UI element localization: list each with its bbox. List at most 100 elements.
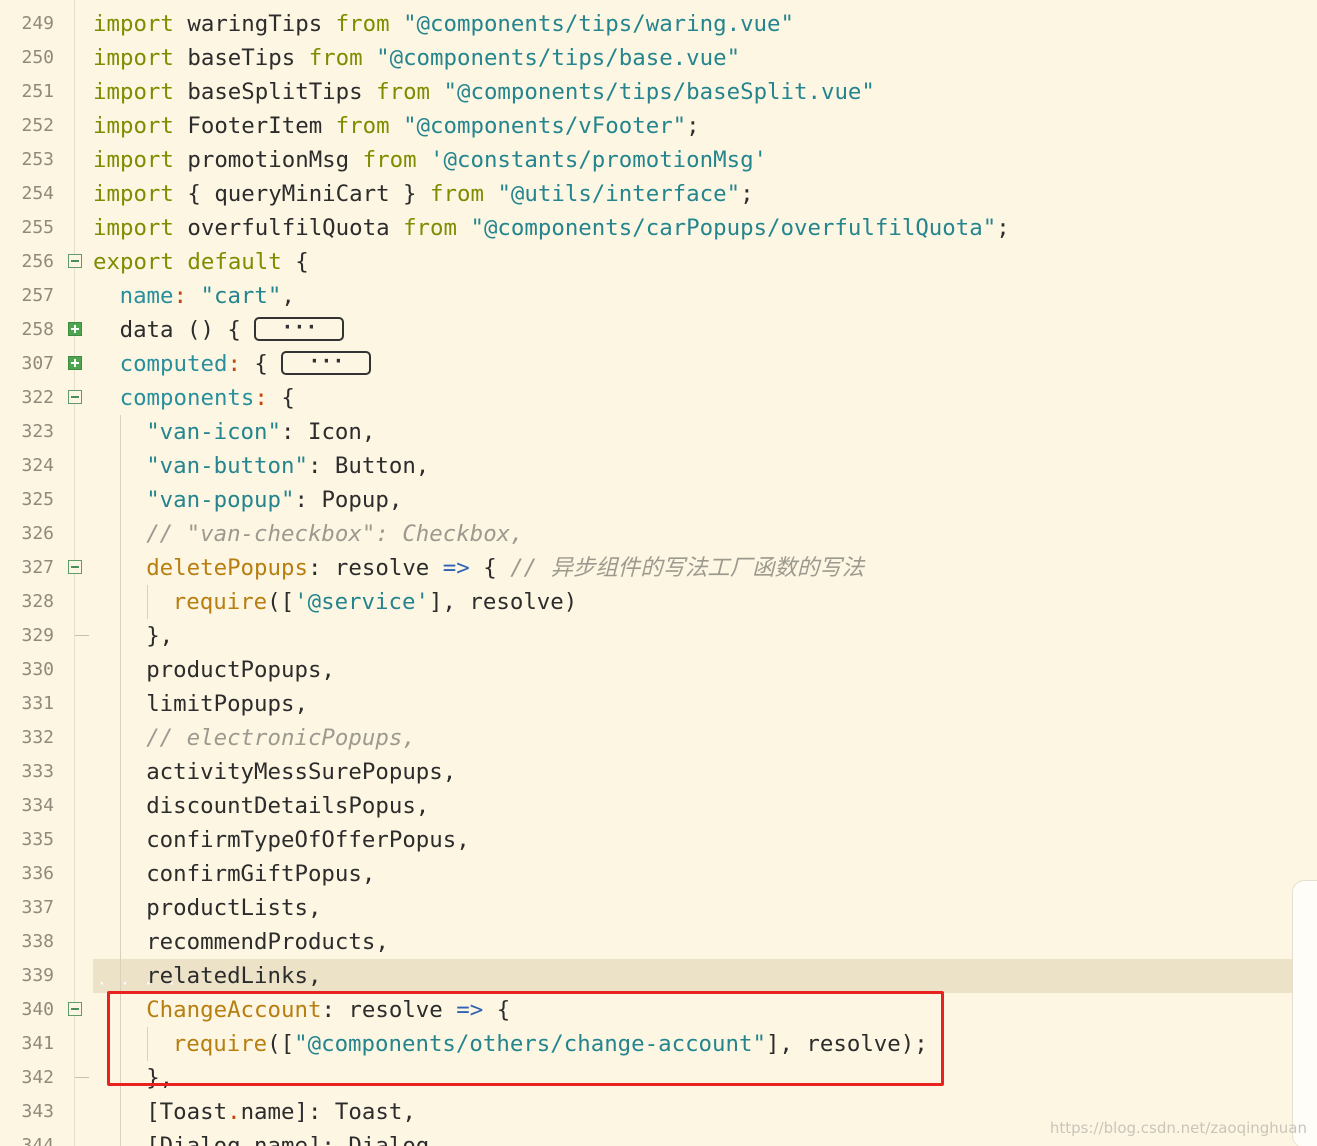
code-line[interactable]: 252 import FooterItem from "@components/v… [0, 109, 1317, 143]
code-line[interactable]: 327 deletePopups: resolve => { // 异步组件的写法… [0, 551, 1317, 585]
indent-guide [120, 687, 121, 721]
line-number: 331 [21, 693, 54, 714]
code-line[interactable]: 307 computed: { ··· [0, 347, 1317, 381]
line-number: 341 [21, 1033, 54, 1054]
code-token: import [93, 113, 174, 139]
code-line[interactable]: 326 // "van-checkbox": Checkbox, [0, 517, 1317, 551]
code-editor[interactable]: 249 import waringTips from "@components/t… [0, 0, 1317, 1146]
indent-guide [120, 857, 121, 891]
collapsed-region-badge[interactable]: ··· [281, 350, 372, 375]
code-token: waringTips [173, 11, 336, 37]
code-token: from [430, 181, 484, 207]
code-token: "@components/tips/base.vue" [376, 45, 741, 71]
indent-guide [120, 585, 121, 619]
code-text: [Dialog.name]: Dialog, [146, 1129, 443, 1146]
code-text: import promotionMsg from '@constants/pro… [93, 143, 767, 177]
indent-guide [120, 1129, 121, 1146]
code-token: : Icon, [281, 419, 376, 445]
code-token: from [335, 11, 390, 37]
code-line[interactable]: 334 discountDetailsPopus, [0, 789, 1317, 823]
fold-collapse-icon[interactable] [68, 390, 82, 404]
fold-collapse-icon[interactable] [68, 254, 82, 268]
fold-expand-icon[interactable] [68, 322, 82, 336]
code-token: from [308, 45, 363, 71]
line-number: 327 [21, 557, 54, 578]
code-line[interactable]: 339 relatedLinks, [0, 959, 1317, 993]
line-number: 324 [21, 455, 54, 476]
code-text: require(['@service'], resolve) [173, 585, 577, 619]
line-number: 342 [21, 1067, 54, 1088]
fold-expand-icon[interactable] [68, 356, 82, 370]
code-token: . [227, 1099, 241, 1125]
indent-guide [120, 551, 121, 585]
code-token: ], resolve) [428, 589, 578, 615]
code-line[interactable]: 338 recommendProducts, [0, 925, 1317, 959]
code-token: : Popup, [294, 487, 403, 513]
code-token: data () { [119, 317, 255, 343]
fold-collapse-icon[interactable] [68, 560, 82, 574]
code-line[interactable]: 254 import { queryMiniCart } from "@utils… [0, 177, 1317, 211]
code-line[interactable]: 329}, [0, 619, 1317, 653]
line-number: 249 [21, 13, 54, 34]
code-token: recommendProducts, [146, 929, 389, 955]
code-token: "@components/tips/waring.vue" [403, 11, 794, 37]
code-token: : [254, 385, 268, 411]
code-token: from [376, 79, 431, 105]
code-text: "van-button": Button, [146, 449, 429, 483]
code-line[interactable]: 337 productLists, [0, 891, 1317, 925]
collapsed-region-badge[interactable]: ··· [254, 316, 345, 341]
code-line[interactable]: 251 import baseSplitTips from "@component… [0, 75, 1317, 109]
code-line[interactable]: 258 data () { ··· [0, 313, 1317, 347]
code-line[interactable]: 255 import overfulfilQuota from "@compone… [0, 211, 1317, 245]
line-number: 333 [21, 761, 54, 782]
code-line[interactable]: 250 import baseTips from "@components/tip… [0, 41, 1317, 75]
code-text: import overfulfilQuota from "@components… [93, 211, 1010, 245]
code-token: { [240, 351, 282, 377]
code-token: import [93, 147, 174, 173]
code-text: deletePopups: resolve => { // 异步组件的写法工厂函… [146, 551, 864, 585]
line-number: 330 [21, 659, 54, 680]
code-line[interactable]: 335 confirmTypeOfOfferPopus, [0, 823, 1317, 857]
code-line[interactable]: 328 require(['@service'], resolve) [0, 585, 1317, 619]
indent-guide [120, 823, 121, 857]
code-line[interactable]: 336 confirmGiftPopus, [0, 857, 1317, 891]
code-token: : [173, 283, 187, 309]
code-token: default [187, 249, 282, 275]
fold-collapse-icon[interactable] [68, 1002, 82, 1016]
line-number: 343 [21, 1101, 54, 1122]
code-line[interactable]: 330 productPopups, [0, 653, 1317, 687]
code-token: => [442, 555, 470, 581]
code-line[interactable]: 333 activityMessSurePopups, [0, 755, 1317, 789]
code-line[interactable]: 323 "van-icon": Icon, [0, 415, 1317, 449]
code-token: promotionMsg [173, 147, 363, 173]
code-token: from [335, 113, 390, 139]
code-line[interactable]: 331 limitPopups, [0, 687, 1317, 721]
line-number: 339 [21, 965, 54, 986]
code-text: data () { ··· [120, 313, 345, 347]
line-number: 334 [21, 795, 54, 816]
code-token: { [267, 385, 295, 411]
code-line[interactable]: 324 "van-button": Button, [0, 449, 1317, 483]
code-token: limitPopups, [146, 691, 308, 717]
code-text: limitPopups, [146, 687, 308, 721]
code-line[interactable]: 256 export default { [0, 245, 1317, 279]
code-text: confirmTypeOfOfferPopus, [146, 823, 470, 857]
code-token: "@components/carPopups/overfulfilQuota" [470, 215, 997, 241]
code-line[interactable]: 322 components: { [0, 381, 1317, 415]
code-text: confirmGiftPopus, [146, 857, 375, 891]
code-text: }, [146, 619, 173, 653]
code-text: discountDetailsPopus, [146, 789, 429, 823]
code-line[interactable]: 325 "van-popup": Popup, [0, 483, 1317, 517]
code-token: name [119, 283, 174, 309]
code-line[interactable]: 257 name: "cart", [0, 279, 1317, 313]
code-line[interactable]: 249 import waringTips from "@components/t… [0, 7, 1317, 41]
code-text: "van-popup": Popup, [146, 483, 402, 517]
code-token: from [362, 147, 417, 173]
line-number: 250 [21, 47, 54, 68]
scrollbar-minimap[interactable] [1292, 880, 1317, 1146]
line-number: 336 [21, 863, 54, 884]
code-line[interactable]: 253 import promotionMsg from '@constants/… [0, 143, 1317, 177]
code-line[interactable]: 332 // electronicPopups, [0, 721, 1317, 755]
